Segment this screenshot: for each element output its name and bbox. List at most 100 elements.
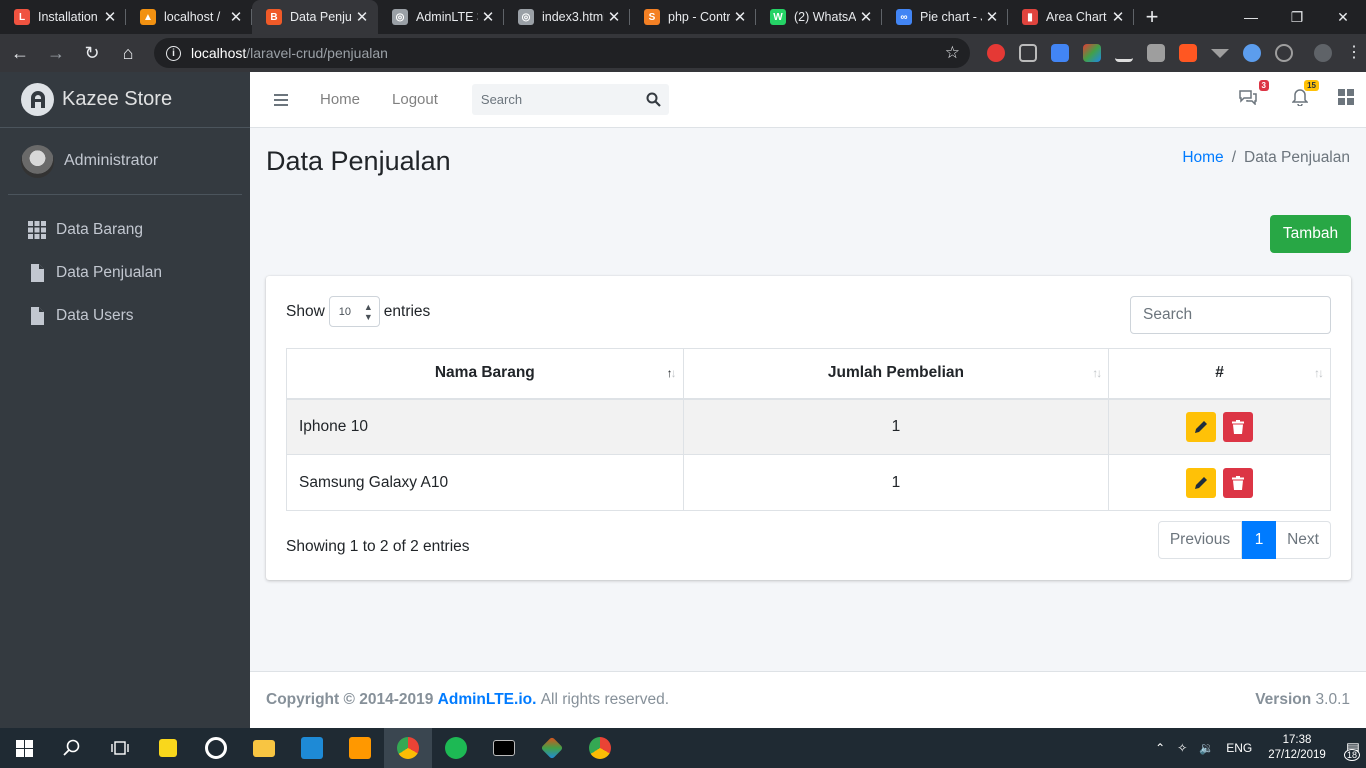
git-icon[interactable]	[528, 728, 576, 768]
file-explorer-icon[interactable]	[240, 728, 288, 768]
taskbar-search-icon[interactable]	[48, 728, 96, 768]
edit-button[interactable]	[1186, 411, 1217, 442]
sticky-notes-icon[interactable]	[144, 728, 192, 768]
search-icon[interactable]	[646, 92, 661, 107]
reload-icon[interactable]: ↻	[76, 37, 108, 69]
nav-home-link[interactable]: Home	[320, 91, 360, 108]
volume-icon[interactable]: 🔉	[1199, 741, 1214, 755]
back-icon[interactable]: ←	[4, 37, 36, 69]
browser-tab[interactable]: ◎ index3.html ✕	[504, 0, 630, 34]
browser-tab[interactable]: B Data Penjua ✕	[252, 0, 378, 34]
pagination-page-1[interactable]: 1	[1242, 521, 1276, 559]
navbar-search-input[interactable]: Search	[471, 84, 669, 115]
clock[interactable]: 17:38 27/12/2019	[1268, 733, 1326, 763]
camera-icon[interactable]	[1147, 44, 1165, 62]
pagination-next[interactable]: Next	[1276, 521, 1331, 559]
colorzilla-icon[interactable]	[1083, 44, 1101, 62]
pocket-icon[interactable]	[1019, 44, 1037, 62]
pagination-previous[interactable]: Previous	[1158, 521, 1242, 559]
adminlte-link[interactable]: AdminLTE.io.	[438, 691, 537, 709]
browser-tab[interactable]: ∞ Pie chart - J ✕	[882, 0, 1008, 34]
address-bar[interactable]: i localhost/laravel-crud/penjualan ☆	[154, 38, 970, 68]
browser-tab[interactable]: ▲ localhost / ✕	[126, 0, 252, 34]
forward-icon[interactable]: →	[40, 37, 72, 69]
page-length-select[interactable]: 10 ▲ ▼	[328, 296, 380, 327]
home-icon[interactable]: ⌂	[112, 37, 144, 69]
column-header-jumlah-pembelian[interactable]: Jumlah Pembelian ↑↓	[682, 348, 1110, 400]
sublime-text-icon[interactable]	[336, 728, 384, 768]
vscode-icon[interactable]	[288, 728, 336, 768]
add-button[interactable]: Tambah	[1270, 215, 1351, 253]
nav-logout-link[interactable]: Logout	[392, 91, 438, 108]
action-center-icon[interactable]: ▤18	[1343, 739, 1360, 761]
browser-tab[interactable]: L Installation ✕	[0, 0, 126, 34]
vue-devtools-icon[interactable]	[1211, 48, 1229, 58]
minimize-icon[interactable]: —	[1228, 0, 1274, 34]
user-panel[interactable]: Administrator	[8, 128, 242, 195]
page-title: Data Penjualan	[266, 146, 451, 176]
tab-close-icon[interactable]: ✕	[478, 8, 498, 26]
obs-icon[interactable]	[192, 728, 240, 768]
browser-tab[interactable]: ▮ Area Chart ✕	[1008, 0, 1134, 34]
tab-close-icon[interactable]: ✕	[856, 8, 876, 26]
column-header-nama-barang[interactable]: Nama Barang ↑↓	[286, 348, 684, 400]
windows-start-button[interactable]	[0, 728, 48, 768]
language-indicator[interactable]: ENG	[1226, 741, 1252, 755]
tab-close-icon[interactable]: ✕	[352, 8, 372, 26]
bookmark-star-icon[interactable]: ☆	[945, 43, 960, 63]
extension-circle-icon[interactable]	[1243, 44, 1261, 62]
browser-menu-icon[interactable]: ⋮	[1346, 44, 1362, 62]
new-tab-button[interactable]: +	[1134, 0, 1170, 34]
browser-tab[interactable]: Sphp - Contr ✕	[630, 0, 756, 34]
delete-button[interactable]	[1222, 467, 1253, 498]
hamburger-menu-icon[interactable]	[274, 91, 288, 109]
notifications-button[interactable]: 15	[1291, 79, 1319, 111]
messages-button[interactable]: 3	[1238, 80, 1269, 110]
pagination: Previous 1 Next	[1158, 521, 1331, 559]
breadcrumb-home-link[interactable]: Home	[1182, 149, 1223, 166]
chrome-icon-2[interactable]	[576, 728, 624, 768]
site-info-icon[interactable]: i	[166, 45, 181, 61]
trash-icon	[1231, 475, 1244, 490]
tab-close-icon[interactable]: ✕	[982, 8, 1002, 26]
column-header-label: Jumlah Pembelian	[827, 364, 964, 382]
maximize-icon[interactable]: ❐	[1274, 0, 1320, 34]
sidebar-item-data-barang[interactable]: Data Barang	[0, 208, 250, 251]
translate-icon[interactable]	[1051, 44, 1069, 62]
wifi-icon[interactable]: ✧	[1177, 741, 1187, 755]
notifications-badge: 15	[1304, 79, 1319, 91]
page-length-control: Show 10 ▲ ▼ entries	[286, 296, 430, 327]
brand-link[interactable]: Kazee Store	[0, 72, 250, 128]
windows-logo-icon	[15, 739, 33, 757]
tab-close-icon[interactable]: ✕	[604, 8, 624, 26]
tray-chevron-up-icon[interactable]: ⌃	[1155, 741, 1165, 755]
adblock-icon[interactable]	[987, 44, 1005, 62]
delete-button[interactable]	[1222, 411, 1253, 442]
adminlte-logo-icon	[21, 83, 54, 116]
tab-close-icon[interactable]: ✕	[1108, 8, 1128, 26]
tab-close-icon[interactable]: ✕	[100, 8, 120, 26]
main-sidebar: Kazee Store Administrator Data Barang Da…	[0, 72, 250, 728]
eyedropper-icon[interactable]	[1115, 44, 1133, 62]
tab-close-icon[interactable]: ✕	[226, 8, 246, 26]
show-label: Show	[286, 302, 325, 320]
tab-title: AdminLTE 3	[416, 10, 478, 24]
task-view-icon[interactable]	[96, 728, 144, 768]
breadcrumb-current: Data Penjualan	[1244, 149, 1350, 166]
tab-close-icon[interactable]: ✕	[730, 8, 750, 26]
close-window-icon[interactable]: ✕	[1320, 0, 1366, 34]
chrome-icon[interactable]	[384, 728, 432, 768]
spotify-icon[interactable]	[432, 728, 480, 768]
column-header-actions[interactable]: # ↑↓	[1108, 348, 1331, 400]
react-devtools-icon[interactable]	[1275, 44, 1293, 62]
control-sidebar-button[interactable]	[1338, 89, 1354, 110]
profile-avatar-icon[interactable]	[1314, 44, 1332, 62]
coupon-icon[interactable]	[1179, 44, 1197, 62]
sidebar-item-data-penjualan[interactable]: Data Penjualan	[0, 251, 250, 294]
browser-tab[interactable]: ◎ AdminLTE 3 ✕	[378, 0, 504, 34]
terminal-icon[interactable]	[480, 728, 528, 768]
sidebar-item-data-users[interactable]: Data Users	[0, 294, 250, 337]
edit-button[interactable]	[1186, 467, 1217, 498]
browser-tab[interactable]: W (2) WhatsAp✕	[756, 0, 882, 34]
table-search-input[interactable]: Search	[1130, 296, 1331, 334]
